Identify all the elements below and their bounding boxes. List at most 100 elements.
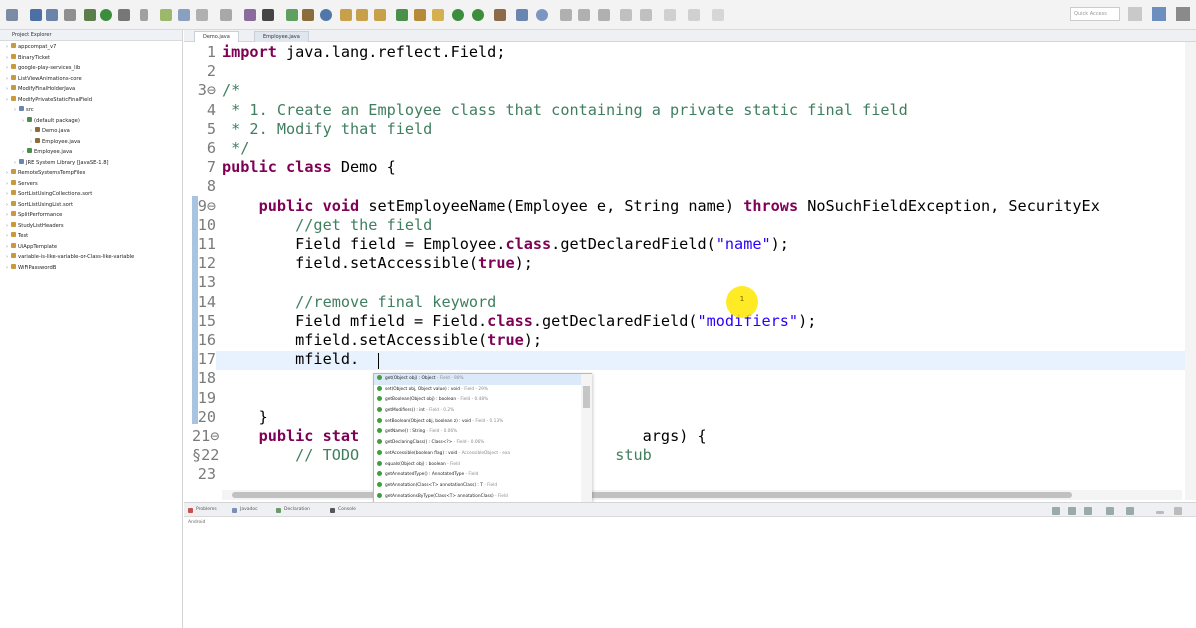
code-line[interactable]: 11 Field field = Employee.class.getDecla…: [184, 235, 1196, 254]
tree-item[interactable]: › BinaryTicket: [6, 53, 50, 62]
maximize-icon[interactable]: [1174, 507, 1182, 515]
open-type-icon[interactable]: [516, 9, 528, 21]
run-config-icon[interactable]: [472, 9, 484, 21]
last-edit-icon[interactable]: [598, 9, 610, 21]
tab-console[interactable]: Console: [330, 505, 356, 515]
run-last-icon[interactable]: [452, 9, 464, 21]
scroll-thumb[interactable]: [232, 492, 1072, 498]
tree-item[interactable]: › appcompat_v7: [6, 43, 56, 51]
tree-item[interactable]: › google-play-services_lib: [6, 64, 80, 72]
code-line[interactable]: 12 field.setAccessible(true);: [184, 254, 1196, 273]
display-console-icon[interactable]: [1106, 507, 1114, 515]
annotation-prev-icon[interactable]: [578, 9, 590, 21]
quick-access-field[interactable]: Quick Access: [1070, 7, 1120, 21]
back-icon[interactable]: [620, 9, 632, 21]
build-icon[interactable]: [286, 9, 298, 21]
code-editor[interactable]: 1 import java.lang.reflect.Field; 2 3⊖/* 4 *…: [184, 42, 1196, 500]
code-line[interactable]: 19: [184, 389, 1196, 408]
settings-icon[interactable]: [118, 9, 130, 21]
minimize-icon[interactable]: [1156, 511, 1164, 514]
tab-declaration[interactable]: Declaration: [276, 505, 310, 515]
save-all-icon[interactable]: [46, 9, 58, 21]
tree-item[interactable]: › ModifyFinalHolderJava: [6, 85, 75, 93]
project-explorer-header[interactable]: Project Explorer: [0, 30, 182, 41]
open-perspective-icon[interactable]: [1128, 7, 1142, 21]
code-line[interactable]: 3⊖ /*: [184, 81, 1196, 100]
cursor-icon[interactable]: [140, 9, 148, 21]
clear-console-icon[interactable]: [1084, 507, 1092, 515]
code-line[interactable]: 23: [184, 465, 1196, 484]
content-assist-item[interactable]: setAccessible(boolean flag) : void - Acc…: [374, 449, 581, 460]
tree-item[interactable]: › UiAppTemplate: [6, 242, 57, 251]
tree-item[interactable]: › RemoteSystemsTempFiles: [6, 169, 85, 177]
content-assist-item[interactable]: get(Object obj) : Object - Field - 90%: [374, 374, 581, 385]
avd-icon[interactable]: [178, 9, 190, 21]
run-icon[interactable]: [100, 9, 112, 21]
open-console-icon[interactable]: [1126, 507, 1134, 515]
refresh-icon[interactable]: [320, 9, 332, 21]
tree-item[interactable]: › Servers: [6, 179, 38, 188]
lint-icon[interactable]: [196, 9, 208, 21]
external-tools-icon[interactable]: [494, 9, 506, 21]
content-assist-item[interactable]: getDeclaringClass() : Class<?> - Field -…: [374, 438, 581, 449]
tree-item[interactable]: › (default package): [22, 116, 80, 125]
terminal-icon[interactable]: [262, 9, 274, 21]
tab-problems[interactable]: Problems: [188, 505, 217, 515]
tree-item[interactable]: › ListViewAnimations-core: [6, 74, 82, 83]
forward-icon[interactable]: [640, 9, 652, 21]
content-assist-item[interactable]: set(Object obj, Object value) : void - F…: [374, 385, 581, 396]
tab-demo-java[interactable]: Demo.java: [194, 31, 239, 42]
scroll-lock-icon[interactable]: [1068, 507, 1076, 515]
save-icon[interactable]: [30, 9, 42, 21]
tab-employee-java[interactable]: Employee.java: [254, 31, 309, 42]
content-assist-item[interactable]: getModifiers() : int - Field - 0.2%: [374, 406, 581, 417]
code-line[interactable]: 6 */: [184, 139, 1196, 158]
content-assist-item[interactable]: getAnnotationsByType(Class<T> annotation…: [374, 492, 581, 503]
step-over-icon[interactable]: [356, 9, 368, 21]
tree-item[interactable]: › src: [14, 106, 34, 114]
step-into-icon[interactable]: [340, 9, 352, 21]
tab-javadoc[interactable]: Javadoc: [232, 505, 258, 515]
tree-item[interactable]: › Employee.java: [22, 148, 72, 156]
debug-launch-icon[interactable]: [244, 9, 256, 21]
skip-breakpoints-icon[interactable]: [220, 9, 232, 21]
new-class-icon[interactable]: [396, 9, 408, 21]
pin-icon[interactable]: [664, 9, 676, 21]
search-icon[interactable]: [536, 9, 548, 21]
code-line[interactable]: 8: [184, 177, 1196, 196]
tree-item[interactable]: › WiFiPasswordB: [6, 263, 56, 272]
pin-console-icon[interactable]: [1052, 507, 1060, 515]
content-assist-item[interactable]: getAnnotation(Class<T> annotationClass) …: [374, 481, 581, 492]
tree-item[interactable]: › Test: [6, 232, 28, 240]
annotation-next-icon[interactable]: [560, 9, 572, 21]
code-line[interactable]: 14 //remove final keyword: [184, 293, 1196, 312]
code-line[interactable]: 1 import java.lang.reflect.Field;: [184, 43, 1196, 62]
tree-item[interactable]: › SplitPerformance: [6, 211, 62, 219]
code-line[interactable]: 9⊖ public void setEmployeeName(Employee …: [184, 197, 1196, 216]
print-icon[interactable]: [64, 9, 76, 21]
code-line[interactable]: 7 public class Demo {: [184, 158, 1196, 177]
code-line[interactable]: 2: [184, 62, 1196, 81]
code-line[interactable]: 21⊖ public stat args) {: [184, 427, 1196, 446]
content-assist-list[interactable]: get(Object obj) : Object - Field - 90% se…: [374, 374, 581, 515]
code-line[interactable]: 17 mfield.: [184, 350, 1196, 369]
tree-item[interactable]: › SortListUsingList.sort: [6, 200, 73, 209]
new-folder-icon[interactable]: [432, 9, 444, 21]
content-assist-item[interactable]: getBoolean(Object obj) : boolean - Field…: [374, 395, 581, 406]
code-line[interactable]: §22 // TODO stub: [184, 446, 1196, 465]
misc-icon[interactable]: [712, 9, 724, 21]
java-perspective-icon[interactable]: [1152, 7, 1166, 21]
content-assist-item[interactable]: getName() : String - Field - 0.06%: [374, 427, 581, 438]
content-assist-scrollbar[interactable]: [581, 374, 592, 515]
code-line[interactable]: 4 * 1. Create an Employee class that con…: [184, 101, 1196, 120]
tree-item[interactable]: › Demo.java: [30, 127, 70, 135]
tree-item[interactable]: › ModifyPrivateStaticFinalField: [6, 95, 92, 104]
editor-horizontal-scrollbar[interactable]: [222, 490, 1182, 500]
new-icon[interactable]: [6, 9, 18, 21]
scroll-thumb[interactable]: [583, 386, 590, 408]
content-assist-item[interactable]: setBoolean(Object obj, boolean z) : void…: [374, 417, 581, 428]
code-line[interactable]: 15 Field mfield = Field.class.getDeclare…: [184, 312, 1196, 331]
editor-vertical-scrollbar[interactable]: [1185, 42, 1196, 500]
code-line[interactable]: 13: [184, 273, 1196, 292]
package-icon[interactable]: [302, 9, 314, 21]
